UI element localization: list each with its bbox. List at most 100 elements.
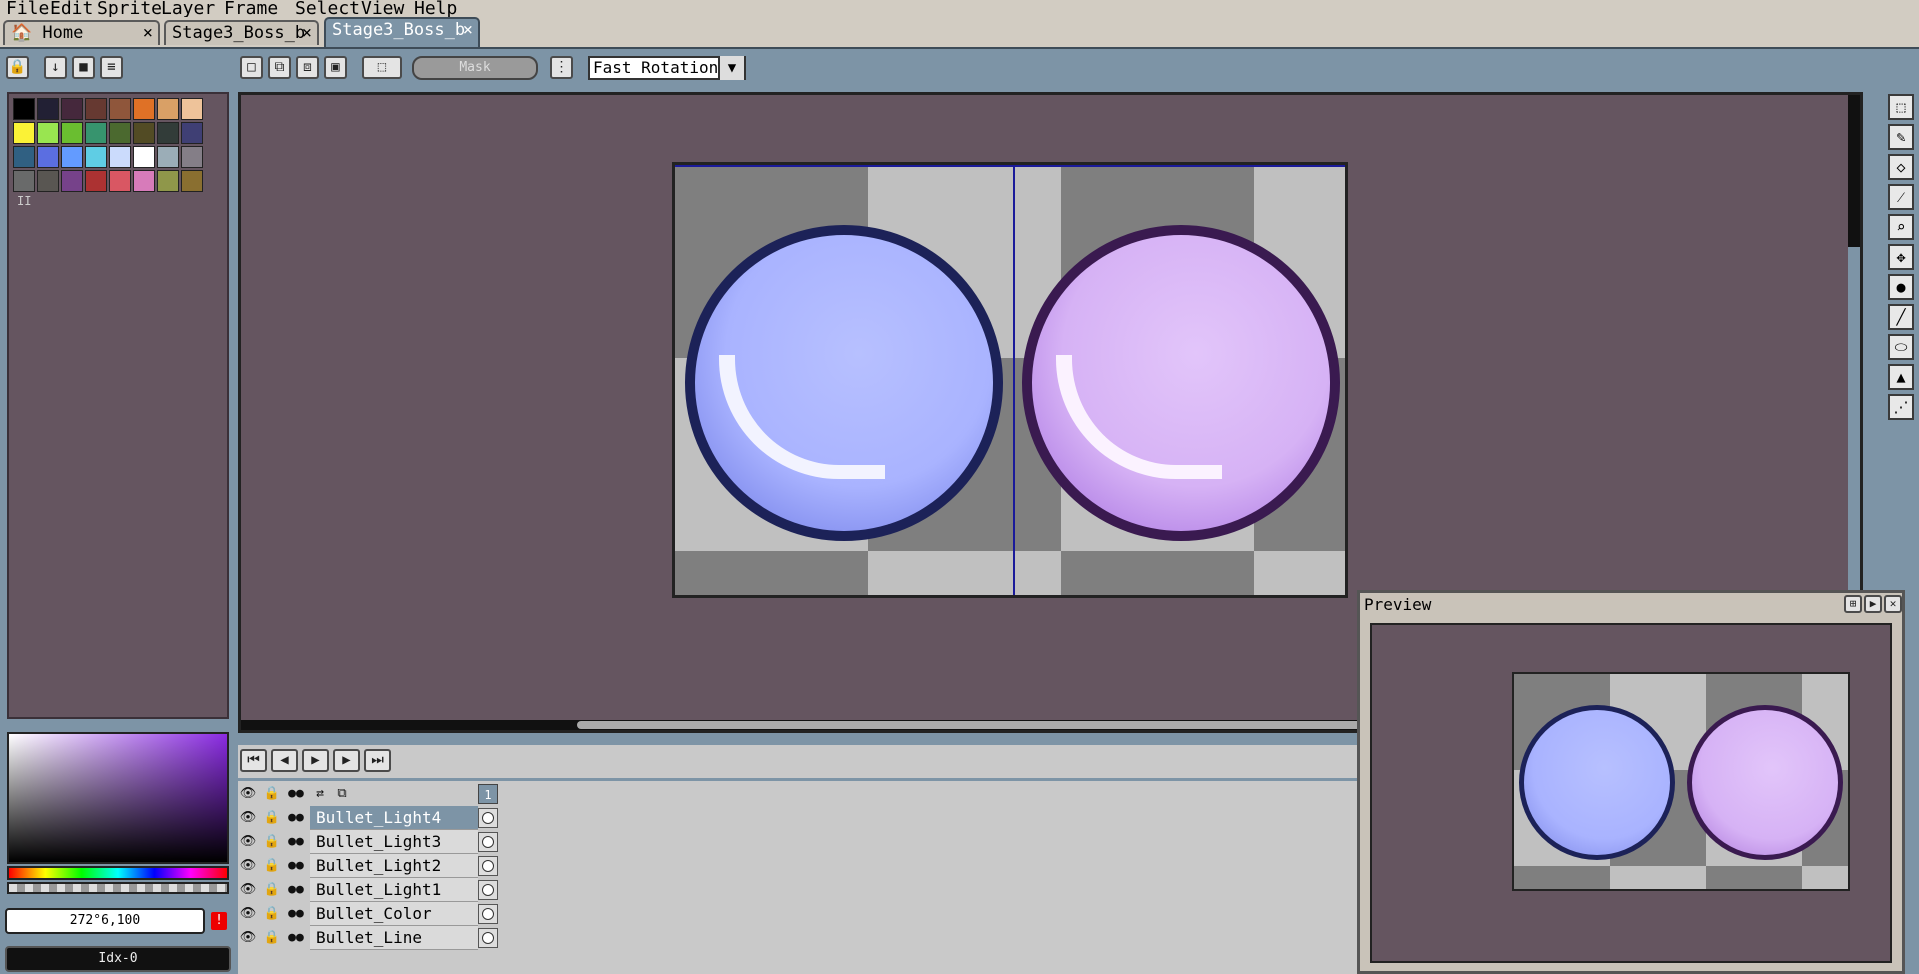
pivot-grid-icon[interactable]: ⋮ xyxy=(550,56,573,79)
layer-row[interactable]: 👁 🔒 ●● Bullet_Light1 xyxy=(238,878,503,902)
preview-canvas[interactable] xyxy=(1370,623,1892,963)
layer-name[interactable]: Bullet_Light3 xyxy=(310,830,478,854)
lock-icon[interactable]: 🔒 xyxy=(262,808,282,828)
selection-add-icon[interactable]: ⧉ xyxy=(268,56,291,79)
palette-swatch[interactable] xyxy=(157,98,179,120)
palette-swatch[interactable] xyxy=(13,122,35,144)
lock-icon[interactable]: 🔒 xyxy=(262,832,282,852)
previous-frame-icon[interactable]: ◀ xyxy=(271,749,298,772)
eraser-tool-icon[interactable]: ◇ xyxy=(1888,154,1914,180)
alpha-slider[interactable] xyxy=(7,882,229,894)
palette-swatch[interactable] xyxy=(37,122,59,144)
mask-color-button[interactable]: Mask xyxy=(412,56,538,80)
continuous-icon[interactable]: ●● xyxy=(286,856,306,876)
line-tool-icon[interactable]: ╱ xyxy=(1888,304,1914,330)
sort-down-icon[interactable]: ↓ xyxy=(44,56,67,79)
warning-icon[interactable]: ! xyxy=(211,912,227,930)
frame-header[interactable]: 1 xyxy=(478,784,498,804)
visibility-icon[interactable]: 👁 xyxy=(238,904,258,924)
visibility-icon[interactable]: 👁 xyxy=(238,832,258,852)
palette-swatch[interactable] xyxy=(61,170,83,192)
preview-play-icon[interactable]: ▶ xyxy=(1864,595,1882,613)
visibility-icon[interactable]: 👁 xyxy=(238,808,258,828)
blur-tool-icon[interactable]: ⋰ xyxy=(1888,394,1914,420)
palette-swatch[interactable] xyxy=(133,98,155,120)
zoom-tool-icon[interactable]: ⌕ xyxy=(1888,214,1914,240)
hue-slider[interactable] xyxy=(7,866,229,880)
close-icon[interactable]: × xyxy=(302,22,312,44)
continuous-icon[interactable]: ●● xyxy=(286,784,306,804)
layer-name[interactable]: Bullet_Light4 xyxy=(310,806,478,830)
palette-swatch[interactable] xyxy=(181,98,203,120)
close-icon[interactable]: × xyxy=(143,22,153,44)
layer-row[interactable]: 👁 🔒 ●● Bullet_Color xyxy=(238,902,503,926)
link-cels-icon[interactable]: ⧉ xyxy=(332,784,352,804)
lock-icon[interactable]: 🔒 xyxy=(262,880,282,900)
eyedropper-tool-icon[interactable]: ⁄ xyxy=(1888,184,1914,210)
visibility-icon[interactable]: 👁 xyxy=(238,880,258,900)
pencil-tool-icon[interactable]: ✎ xyxy=(1888,124,1914,150)
layer-name[interactable]: Bullet_Light1 xyxy=(310,878,478,902)
palette-swatch[interactable] xyxy=(61,98,83,120)
layer-name[interactable]: Bullet_Line xyxy=(310,926,478,950)
layer-name[interactable]: Bullet_Light2 xyxy=(310,854,478,878)
sprite-canvas[interactable] xyxy=(672,162,1348,598)
color-value-field[interactable]: 272°6,100 xyxy=(5,908,205,934)
cel[interactable] xyxy=(478,832,498,852)
rotation-algorithm-select[interactable]: Fast Rotation ▼ xyxy=(588,56,746,80)
chevron-down-icon[interactable]: ▼ xyxy=(718,56,744,80)
palette-swatch[interactable] xyxy=(181,122,203,144)
palette-swatch[interactable] xyxy=(85,122,107,144)
fill-tool-icon[interactable]: ● xyxy=(1888,274,1914,300)
palette-swatch[interactable] xyxy=(157,170,179,192)
close-icon[interactable]: ✕ xyxy=(1884,595,1902,613)
palette-pager[interactable]: II xyxy=(17,194,31,208)
palette-swatch[interactable] xyxy=(85,146,107,168)
palette-swatch[interactable] xyxy=(181,170,203,192)
palette-swatch[interactable] xyxy=(13,170,35,192)
palette-swatch[interactable] xyxy=(61,146,83,168)
lock-icon[interactable]: 🔒 xyxy=(262,928,282,948)
palette-swatch[interactable] xyxy=(109,98,131,120)
close-icon[interactable]: × xyxy=(463,19,473,41)
palette-swatch[interactable] xyxy=(109,122,131,144)
palette-swatch[interactable] xyxy=(85,170,107,192)
continuous-icon[interactable]: ●● xyxy=(286,808,306,828)
palette-swatch[interactable] xyxy=(181,146,203,168)
palette-swatch[interactable] xyxy=(133,146,155,168)
palette-swatch[interactable] xyxy=(61,122,83,144)
palette-swatch[interactable] xyxy=(133,170,155,192)
continuous-icon[interactable]: ●● xyxy=(286,832,306,852)
selection-intersect-icon[interactable]: ▣ xyxy=(324,56,347,79)
tab-document-active[interactable]: Stage3_Boss_b × xyxy=(324,17,480,47)
palette-swatch[interactable] xyxy=(157,122,179,144)
palette-swatch[interactable] xyxy=(109,170,131,192)
visibility-icon[interactable]: 👁 xyxy=(238,928,258,948)
transparent-color-icon[interactable]: ⬚ xyxy=(362,56,402,79)
tab-document[interactable]: Stage3_Boss_b × xyxy=(164,20,319,45)
layer-row[interactable]: 👁 🔒 ●● Bullet_Light3 xyxy=(238,830,503,854)
tab-home[interactable]: 🏠 Home × xyxy=(3,20,160,45)
menu-lines-icon[interactable]: ≡ xyxy=(100,56,123,79)
cel[interactable] xyxy=(478,928,498,948)
lock-icon[interactable]: 🔒 xyxy=(262,904,282,924)
move-tool-icon[interactable]: ✥ xyxy=(1888,244,1914,270)
continuous-icon[interactable]: ●● xyxy=(286,904,306,924)
first-frame-icon[interactable]: ⏮ xyxy=(240,749,267,772)
palette-swatch[interactable] xyxy=(37,170,59,192)
palette-swatch[interactable] xyxy=(109,146,131,168)
selection-replace-icon[interactable]: □ xyxy=(240,56,263,79)
palette-swatch[interactable] xyxy=(157,146,179,168)
palette-square-icon[interactable]: ■ xyxy=(72,56,95,79)
continuous-icon[interactable]: ●● xyxy=(286,928,306,948)
selection-subtract-icon[interactable]: ⧈ xyxy=(296,56,319,79)
layer-row[interactable]: 👁 🔒 ●● Bullet_Light4 xyxy=(238,806,503,830)
last-frame-icon[interactable]: ⏭ xyxy=(364,749,391,772)
layer-name[interactable]: Bullet_Color xyxy=(310,902,478,926)
cel[interactable] xyxy=(478,880,498,900)
ellipse-tool-icon[interactable]: ⬭ xyxy=(1888,334,1914,360)
continuous-icon[interactable]: ●● xyxy=(286,880,306,900)
cel[interactable] xyxy=(478,808,498,828)
palette-swatch[interactable] xyxy=(85,98,107,120)
palette-swatch[interactable] xyxy=(37,146,59,168)
